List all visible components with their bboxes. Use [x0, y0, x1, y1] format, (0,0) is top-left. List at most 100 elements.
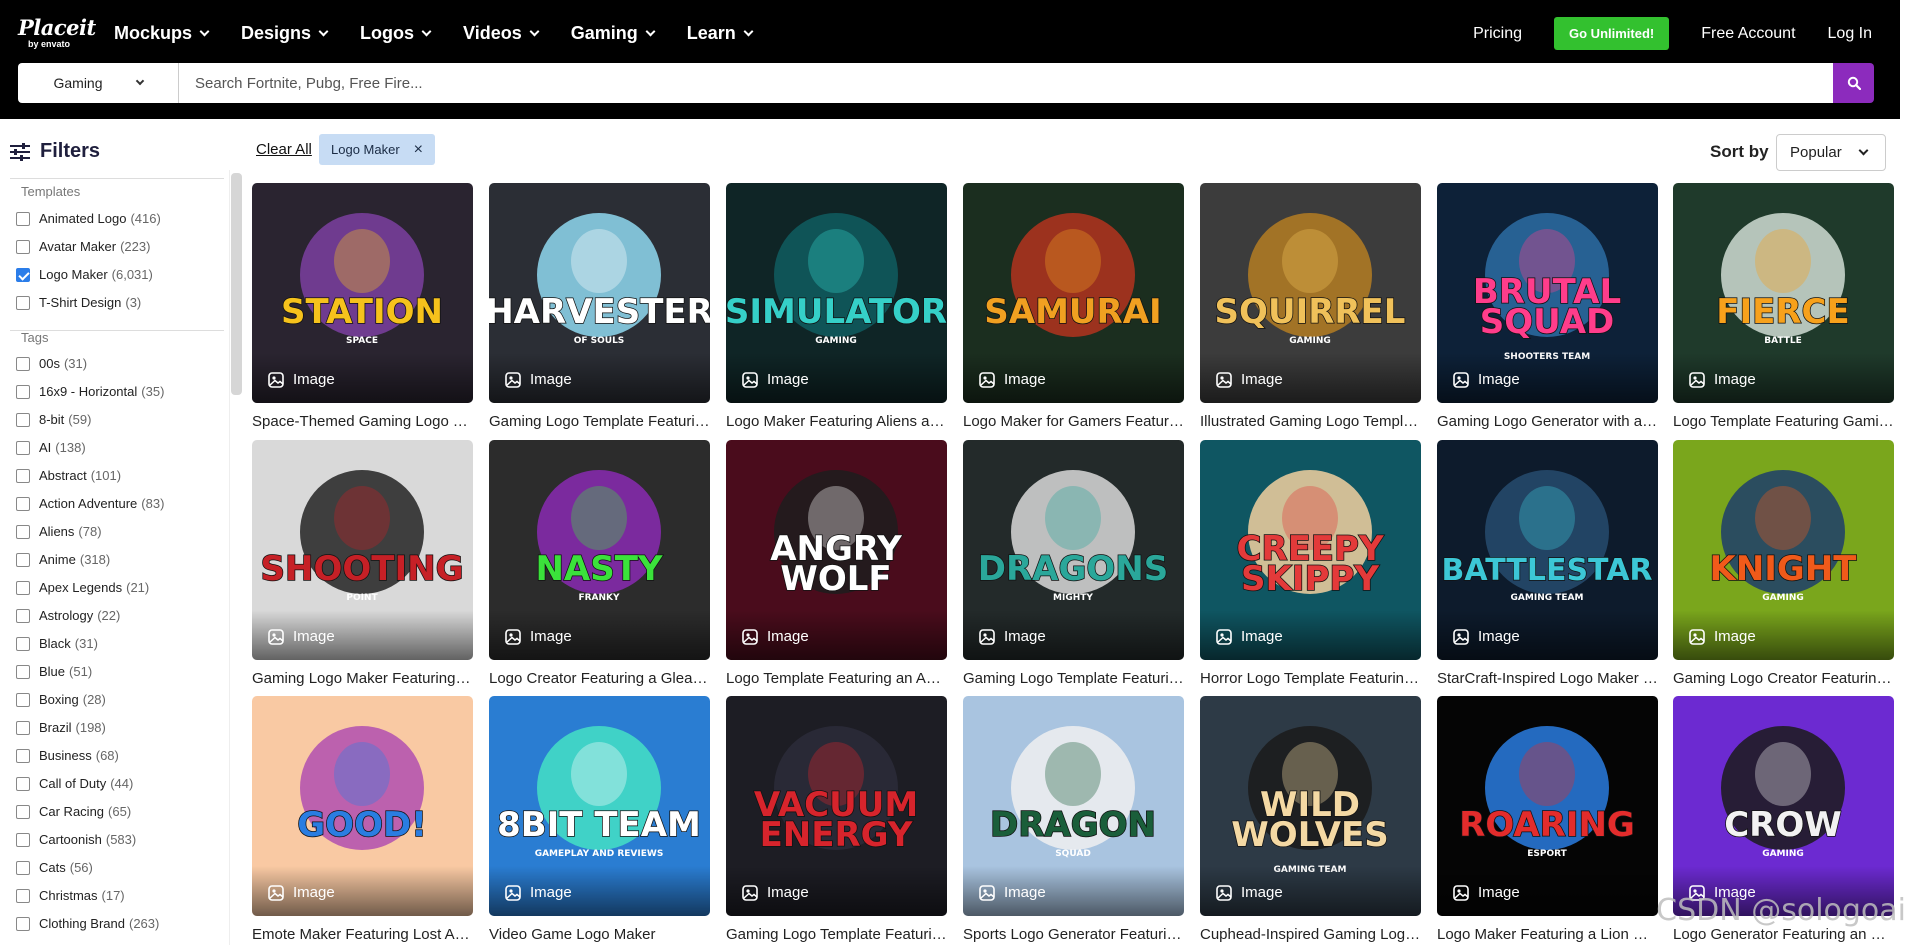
template-title[interactable]: Illustrated Gaming Logo Template Squirre… [1200, 413, 1421, 430]
template-card[interactable]: SHOOTING POINT Image Gaming Logo Maker Feat… [252, 440, 473, 687]
filter-option[interactable]: Astrology (22) [16, 608, 120, 623]
template-thumbnail[interactable]: CREEPY SKIPPY Image [1200, 440, 1421, 660]
filter-checkbox[interactable] [16, 496, 30, 511]
template-thumbnail[interactable]: HARVESTER OF SOULS Image [489, 183, 710, 403]
template-card[interactable]: ROARING ESPORT Image Logo Maker Featuring a… [1437, 696, 1658, 943]
filter-option[interactable]: Abstract (101) [16, 468, 121, 483]
template-title[interactable]: Logo Maker Featuring a Lion Roaring [1437, 926, 1658, 943]
filter-option[interactable]: Black (31) [16, 636, 98, 651]
template-thumbnail[interactable]: WILDWOLVESGAMING TEAMImage [1200, 696, 1421, 916]
filter-checkbox[interactable] [16, 776, 30, 791]
template-card[interactable]: HARVESTER OF SOULS Image Gaming Logo Templa… [489, 183, 710, 430]
filter-checkbox[interactable] [16, 580, 30, 595]
filter-checkbox[interactable] [16, 356, 30, 371]
template-thumbnail[interactable]: GOOD! Image [252, 696, 473, 916]
template-card[interactable]: CREEPY SKIPPY Image Horror Logo Template Fe… [1200, 440, 1421, 687]
filter-option[interactable]: Animated Logo (416) [16, 211, 161, 226]
nav-item-videos[interactable]: Videos [463, 22, 540, 44]
clear-all-link[interactable]: Clear All [256, 141, 312, 158]
template-thumbnail[interactable]: ROARING ESPORT Image [1437, 696, 1658, 916]
template-thumbnail[interactable]: CROW GAMING Image [1673, 696, 1894, 916]
template-thumbnail[interactable]: DRAGON SQUAD Image [963, 696, 1184, 916]
template-title[interactable]: Sports Logo Generator Featuring a Dragon [963, 926, 1184, 943]
filter-checkbox[interactable] [16, 211, 30, 226]
filter-option[interactable]: Business (68) [16, 748, 119, 763]
template-title[interactable]: Gaming Logo Template Featuring Vacuum En… [726, 926, 947, 943]
filter-checkbox[interactable] [16, 239, 30, 254]
nav-item-designs[interactable]: Designs [241, 22, 329, 44]
filter-option[interactable]: AI (138) [16, 440, 86, 455]
template-title[interactable]: Logo Generator Featuring an Evil Crow [1673, 926, 1894, 943]
filter-option[interactable]: 8-bit (59) [16, 412, 91, 427]
filter-option[interactable]: Action Adventure (83) [16, 496, 164, 511]
template-card[interactable]: DRAGON SQUAD Image Sports Logo Generator Fe… [963, 696, 1184, 943]
template-thumbnail[interactable]: ANGRY WOLF Image [726, 440, 947, 660]
template-thumbnail[interactable]: BATTLESTAR GAMING TEAM Image [1437, 440, 1658, 660]
template-title[interactable]: Gaming Logo Template Featuring Mighty Dr… [963, 670, 1184, 687]
pricing-link[interactable]: Pricing [1473, 25, 1522, 43]
filter-option[interactable]: Aliens (78) [16, 524, 102, 539]
filter-checkbox[interactable] [16, 608, 30, 623]
template-thumbnail[interactable]: VACUUM ENERGY Image [726, 696, 947, 916]
nav-item-logos[interactable]: Logos [360, 22, 432, 44]
filter-checkbox[interactable] [16, 267, 30, 282]
filter-checkbox[interactable] [16, 468, 30, 483]
filters-heading[interactable]: Filters [10, 140, 100, 163]
filter-checkbox[interactable] [16, 860, 30, 875]
nav-item-learn[interactable]: Learn [687, 22, 754, 44]
filter-option[interactable]: Apex Legends (21) [16, 580, 149, 595]
template-thumbnail[interactable]: KNIGHT GAMING Image [1673, 440, 1894, 660]
template-title[interactable]: Gaming Logo Template Featuring a Harvest… [489, 413, 710, 430]
filter-option[interactable]: Boxing (28) [16, 692, 106, 707]
filter-option[interactable]: Blue (51) [16, 664, 92, 679]
template-title[interactable]: Gaming Logo Generator with a Brutal Squa… [1437, 413, 1658, 430]
filter-option[interactable]: 00s (31) [16, 356, 87, 371]
template-card[interactable]: SIMULATOR GAMING Image Logo Maker Featuring… [726, 183, 947, 430]
sort-select[interactable]: Popular [1776, 134, 1886, 171]
filter-option[interactable]: Call of Duty (44) [16, 776, 133, 791]
template-thumbnail[interactable]: STATION SPACE Image [252, 183, 473, 403]
search-button[interactable] [1833, 63, 1874, 103]
template-thumbnail[interactable]: SAMURAI Image [963, 183, 1184, 403]
template-thumbnail[interactable]: BRUTALSQUADSHOOTERS TEAMImage [1437, 183, 1658, 403]
filter-option[interactable]: Christmas (17) [16, 888, 125, 903]
filter-checkbox[interactable] [16, 636, 30, 651]
template-card[interactable]: BRUTALSQUADSHOOTERS TEAMImage Gaming Logo… [1437, 183, 1658, 430]
template-card[interactable]: SAMURAI Image Logo Maker for Gamers Featur… [963, 183, 1184, 430]
template-card[interactable]: ANGRY WOLF Image Logo Template Featuring an… [726, 440, 947, 687]
filter-option[interactable]: Car Racing (65) [16, 804, 131, 819]
filter-checkbox[interactable] [16, 888, 30, 903]
login-link[interactable]: Log In [1828, 25, 1872, 43]
template-card[interactable]: VACUUM ENERGY Image Gaming Logo Template Fe… [726, 696, 947, 943]
template-card[interactable]: SQUIRREL GAMING Image Illustrated Gaming Lo… [1200, 183, 1421, 430]
filter-checkbox[interactable] [16, 804, 30, 819]
go-unlimited-button[interactable]: Go Unlimited! [1554, 17, 1670, 50]
template-thumbnail[interactable]: DRAGONS MIGHTY Image [963, 440, 1184, 660]
template-title[interactable]: Horror Logo Template Featuring Creepy Sk… [1200, 670, 1421, 687]
template-thumbnail[interactable]: SIMULATOR GAMING Image [726, 183, 947, 403]
template-title[interactable]: Logo Template Featuring Gaming Fierce Ba… [1673, 413, 1894, 430]
template-card[interactable]: 8BIT TEAM GAMEPLAY AND REVIEWS Image Video … [489, 696, 710, 943]
filter-option[interactable]: Cats (56) [16, 860, 93, 875]
filter-checkbox[interactable] [16, 916, 30, 931]
template-card[interactable]: GOOD! Image Emote Maker Featuring Lost Ark… [252, 696, 473, 943]
template-thumbnail[interactable]: SQUIRREL GAMING Image [1200, 183, 1421, 403]
close-icon[interactable]: × [414, 141, 423, 159]
filter-checkbox[interactable] [16, 748, 30, 763]
template-title[interactable]: Logo Creator Featuring a Gleaming Nasty … [489, 670, 710, 687]
filter-option[interactable]: Avatar Maker (223) [16, 239, 150, 254]
filter-checkbox[interactable] [16, 692, 30, 707]
category-select[interactable]: Gaming [18, 63, 179, 103]
template-title[interactable]: Logo Template Featuring an Angry Wolf [726, 670, 947, 687]
template-card[interactable]: STATION SPACE Image Space-Themed Gaming Log… [252, 183, 473, 430]
filter-checkbox[interactable] [16, 412, 30, 427]
filter-option[interactable]: Cartoonish (583) [16, 832, 136, 847]
template-thumbnail[interactable]: NASTY FRANKY Image [489, 440, 710, 660]
filter-option[interactable]: Logo Maker (6,031) [16, 267, 153, 282]
template-title[interactable]: Cuphead-Inspired Gaming Logo Template [1200, 926, 1421, 943]
filter-option[interactable]: 16x9 - Horizontal (35) [16, 384, 164, 399]
nav-item-gaming[interactable]: Gaming [571, 22, 656, 44]
template-title[interactable]: Space-Themed Gaming Logo Template [252, 413, 473, 430]
filter-checkbox[interactable] [16, 440, 30, 455]
search-input[interactable] [179, 63, 1833, 103]
